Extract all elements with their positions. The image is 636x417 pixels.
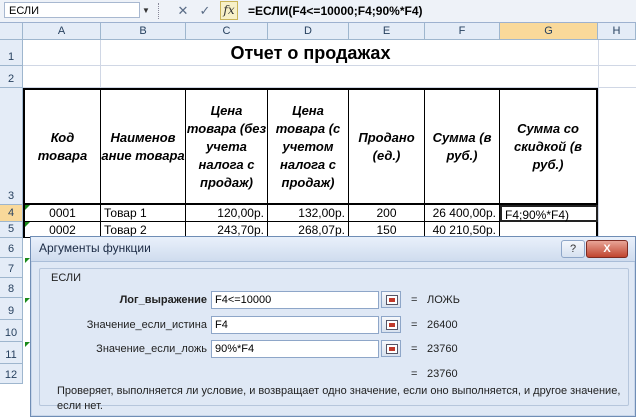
arg-input-logical-test[interactable]: F4<=10000: [211, 291, 379, 309]
column-header-c[interactable]: C: [186, 23, 268, 40]
column-header-d[interactable]: D: [268, 23, 349, 40]
column-header-b[interactable]: B: [101, 23, 186, 40]
function-description: Проверяет, выполняется ли условие, и воз…: [57, 385, 621, 412]
arg-input-value-if-false[interactable]: 90%*F4: [211, 340, 379, 358]
row-header-12[interactable]: 12: [0, 364, 23, 384]
cell-c4[interactable]: 120,00р.: [186, 205, 268, 222]
row-header-5[interactable]: 5: [0, 222, 23, 238]
cell-f4[interactable]: 26 400,00р.: [425, 205, 500, 222]
header-cell-name[interactable]: Наименов ание товара: [101, 88, 186, 205]
row-header-4[interactable]: 4: [0, 205, 23, 222]
column-header-f[interactable]: F: [425, 23, 500, 40]
close-button[interactable]: X: [586, 240, 628, 258]
header-cell-sold[interactable]: Продано (ед.): [349, 88, 425, 205]
sheet-title[interactable]: Отчет о продажах: [23, 40, 598, 66]
enter-icon[interactable]: ✓: [196, 2, 214, 20]
row-header-9[interactable]: 9: [0, 298, 23, 320]
cell-e4[interactable]: 200: [349, 205, 425, 222]
equals-sign: =: [411, 368, 418, 380]
row-header-11[interactable]: 11: [0, 342, 23, 364]
collapse-dialog-icon[interactable]: [381, 340, 401, 357]
formula-bar: ЕСЛИ ▼ ✕ ✓ fx =ЕСЛИ(F4<=10000;F4;90%*F4): [0, 0, 636, 23]
splitter-handle[interactable]: [158, 3, 162, 19]
collapse-dialog-icon[interactable]: [381, 316, 401, 333]
help-button[interactable]: ?: [561, 240, 585, 258]
cell-b4[interactable]: Товар 1: [101, 205, 186, 222]
cell-g4-active[interactable]: F4;90%*F4): [500, 205, 598, 222]
header-cell-price-with-tax[interactable]: Цена товара (с учетом налога с продаж): [268, 88, 349, 205]
row-header-1[interactable]: 1: [0, 40, 23, 66]
column-header-g[interactable]: G: [500, 23, 598, 40]
arg-label-logical-test: Лог_выражение: [119, 294, 207, 306]
cell-a4[interactable]: 0001: [23, 205, 101, 222]
formula-result: 23760: [427, 368, 458, 380]
arg-input-value-if-true[interactable]: F4: [211, 316, 379, 334]
arg-label-value-if-false: Значение_если_ложь: [96, 343, 207, 355]
equals-sign: =: [411, 294, 418, 306]
header-cell-price-no-tax[interactable]: Цена товара (без учета налога с продаж): [186, 88, 268, 205]
arg-result-value-if-false: 23760: [427, 343, 458, 355]
select-all-corner[interactable]: [0, 23, 23, 40]
column-header-a[interactable]: A: [23, 23, 101, 40]
function-arguments-dialog[interactable]: Аргументы функции ? X ЕСЛИ Лог_выражение…: [30, 236, 636, 417]
row-header-7[interactable]: 7: [0, 258, 23, 278]
arg-result-value-if-true: 26400: [427, 319, 458, 331]
row-header-3[interactable]: 3: [0, 88, 23, 205]
formula-input[interactable]: =ЕСЛИ(F4<=10000;F4;90%*F4): [248, 0, 423, 22]
header-cell-sum[interactable]: Сумма (в руб.): [425, 88, 500, 205]
dialog-title-bar[interactable]: Аргументы функции ? X: [31, 237, 635, 262]
arg-label-value-if-true: Значение_если_истина: [86, 319, 207, 331]
row-header-8[interactable]: 8: [0, 278, 23, 298]
name-box[interactable]: ЕСЛИ: [4, 2, 140, 18]
cancel-icon[interactable]: ✕: [174, 2, 192, 20]
row-header-6[interactable]: 6: [0, 238, 23, 258]
arg-result-logical-test: ЛОЖЬ: [427, 294, 460, 306]
collapse-dialog-icon[interactable]: [381, 291, 401, 308]
insert-function-button[interactable]: fx: [220, 1, 238, 20]
header-cell-code[interactable]: Код товара: [23, 88, 101, 205]
equals-sign: =: [411, 343, 418, 355]
row-header-10[interactable]: 10: [0, 320, 23, 342]
column-header-h[interactable]: H: [598, 23, 636, 40]
cell-d4[interactable]: 132,00р.: [268, 205, 349, 222]
error-indicator-icon: [25, 222, 30, 227]
error-indicator-icon: [25, 205, 30, 210]
equals-sign: =: [411, 319, 418, 331]
chevron-down-icon[interactable]: ▼: [140, 3, 152, 18]
function-name-label: ЕСЛИ: [51, 272, 82, 284]
header-cell-discount-sum[interactable]: Сумма со скидкой (в руб.): [500, 88, 598, 205]
column-header-e[interactable]: E: [349, 23, 425, 40]
row-header-2[interactable]: 2: [0, 66, 23, 88]
dialog-title: Аргументы функции: [39, 241, 151, 255]
